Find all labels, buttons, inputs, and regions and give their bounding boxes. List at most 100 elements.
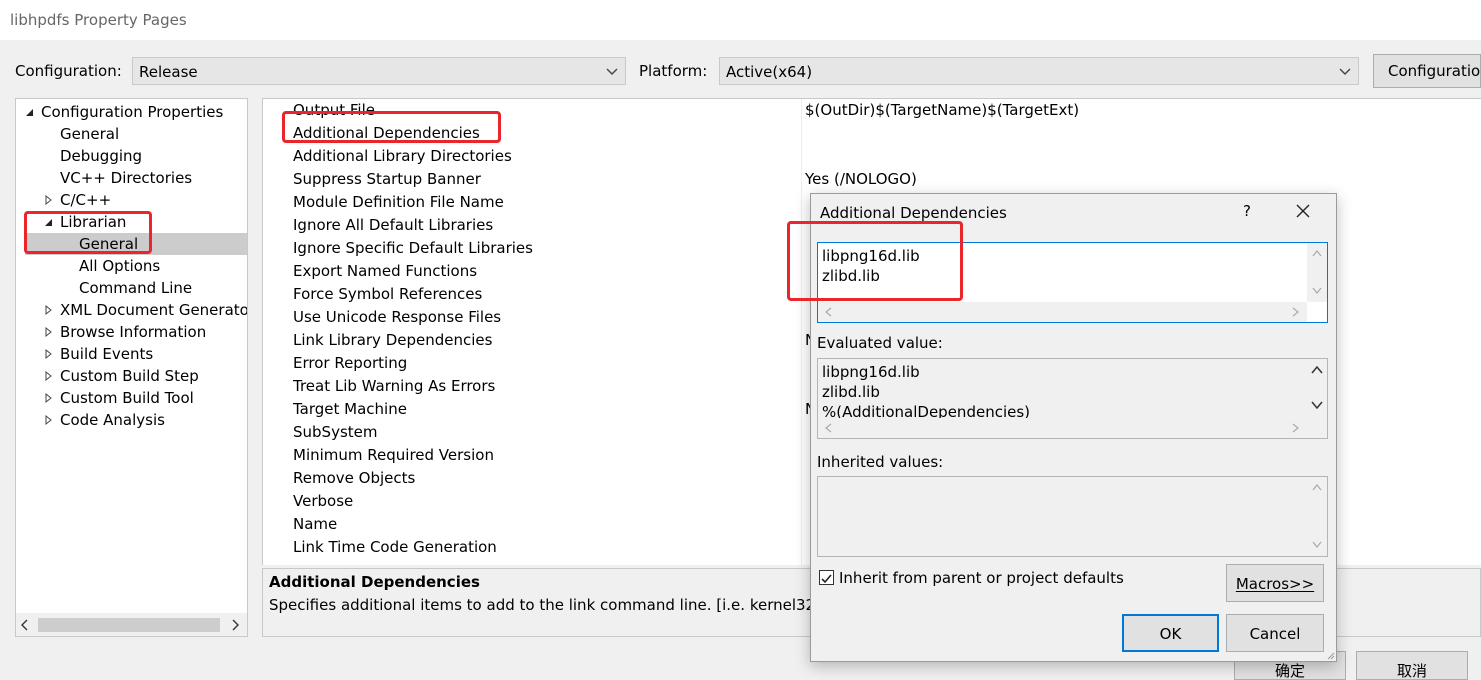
footer-cancel-label: 取消: [1396, 662, 1427, 680]
tree-item-label: All Options: [79, 257, 161, 275]
tree-horizontal-scrollbar[interactable]: [16, 613, 247, 636]
annotation-box: [24, 211, 152, 254]
help-button[interactable]: ?: [1243, 202, 1251, 220]
chevron-down-icon: [606, 68, 618, 75]
evaluated-horizontal-scrollbar[interactable]: [818, 418, 1307, 438]
collapsed-triangle-icon: [45, 392, 52, 404]
tree-item-debugging[interactable]: Debugging: [60, 145, 142, 167]
tree-item-label: XML Document Generator: [60, 301, 248, 319]
chevron-down-icon[interactable]: [1312, 287, 1322, 295]
property-name: Error Reporting: [293, 354, 408, 372]
property-value: Yes (/NOLOGO): [805, 170, 917, 188]
chevron-up-icon[interactable]: [1312, 249, 1322, 257]
window-title: libhpdfs Property Pages: [10, 11, 187, 29]
evaluated-value-box: libpng16d.lib zlibd.lib %(AdditionalDepe…: [817, 358, 1328, 439]
property-name: SubSystem: [293, 423, 378, 441]
evaluated-vertical-scrollbar[interactable]: [1307, 359, 1327, 418]
resize-grip-icon[interactable]: [1325, 650, 1335, 660]
close-icon[interactable]: [1295, 203, 1311, 219]
macros-button-label: Macros>>: [1235, 575, 1315, 593]
chevron-up-icon[interactable]: [1311, 365, 1323, 374]
property-name: Module Definition File Name: [293, 193, 504, 211]
configuration-label: Configuration:: [15, 62, 122, 80]
chevron-down-icon: [1339, 68, 1351, 75]
property-name: Suppress Startup Banner: [293, 170, 481, 188]
collapsed-triangle-icon: [45, 370, 52, 382]
scrollbar-thumb[interactable]: [38, 618, 220, 632]
collapsed-triangle-icon: [45, 348, 52, 360]
chevron-right-icon[interactable]: [1292, 423, 1300, 433]
tree-item-label: Browse Information: [60, 323, 207, 341]
configuration-select[interactable]: Release: [132, 57, 626, 85]
tree-item-label: Command Line: [79, 279, 193, 297]
chevron-left-icon[interactable]: [824, 423, 832, 433]
footer-ok-label: 确定: [1274, 662, 1305, 680]
collapsed-triangle-icon: [45, 194, 52, 206]
property-name: Link Time Code Generation: [293, 538, 497, 556]
property-name: Export Named Functions: [293, 262, 478, 280]
configuration-manager-label: Configuration Manager...: [1388, 62, 1481, 80]
annotation-box: [787, 221, 963, 301]
property-name: Treat Lib Warning As Errors: [293, 377, 496, 395]
property-row-additional-library-directories[interactable]: Additional Library Directories: [263, 145, 1481, 168]
macros-button[interactable]: Macros>>: [1226, 564, 1324, 602]
chevron-left-icon[interactable]: [20, 619, 30, 631]
property-name: Ignore All Default Libraries: [293, 216, 494, 234]
collapsed-triangle-icon: [45, 326, 52, 338]
tree-item-label: Configuration Properties: [41, 103, 224, 121]
dialog-cancel-button[interactable]: Cancel: [1226, 614, 1324, 652]
property-name: Additional Library Directories: [293, 147, 512, 165]
property-name: Link Library Dependencies: [293, 331, 493, 349]
tree-item-label: Custom Build Tool: [60, 389, 194, 407]
tree-item-general[interactable]: General: [60, 123, 119, 145]
dialog-cancel-label: Cancel: [1249, 625, 1301, 643]
description-text: Specifies additional items to add to the…: [269, 596, 838, 614]
description-title: Additional Dependencies: [269, 573, 480, 591]
property-name: Remove Objects: [293, 469, 416, 487]
tree-item-label: Build Events: [60, 345, 154, 363]
tree-item-all-options[interactable]: All Options: [79, 255, 160, 277]
inherited-values-label: Inherited values:: [817, 453, 944, 471]
chevron-left-icon[interactable]: [824, 307, 832, 317]
chevron-down-icon[interactable]: [1312, 541, 1322, 549]
property-name: Use Unicode Response Files: [293, 308, 502, 326]
property-name: Ignore Specific Default Libraries: [293, 239, 533, 257]
configuration-manager-button[interactable]: Configuration Manager...: [1373, 54, 1481, 88]
collapsed-triangle-icon: [45, 304, 52, 316]
tree-item-label: Code Analysis: [60, 411, 165, 429]
editor-vertical-scrollbar[interactable]: [1307, 243, 1327, 302]
platform-value: Active(x64): [726, 63, 813, 81]
chevron-right-icon[interactable]: [1292, 307, 1300, 317]
tree-item-label: C/C++: [60, 191, 112, 209]
property-name: Force Symbol References: [293, 285, 483, 303]
property-name: Target Machine: [293, 400, 407, 418]
evaluated-value-label: Evaluated value:: [817, 334, 943, 352]
chevron-up-icon[interactable]: [1312, 483, 1322, 491]
property-name: Verbose: [293, 492, 354, 510]
inherit-checkbox-label[interactable]: Inherit from parent or project defaults: [839, 569, 1124, 587]
property-name: Minimum Required Version: [293, 446, 494, 464]
tree-item-label: VC++ Directories: [60, 169, 193, 187]
collapsed-triangle-icon: [45, 414, 52, 426]
expanded-triangle-icon: [26, 109, 33, 116]
dialog-ok-button[interactable]: OK: [1122, 614, 1219, 652]
property-tree: Configuration Properties General Debuggi…: [15, 98, 248, 637]
chevron-right-icon[interactable]: [230, 619, 240, 631]
property-row-suppress-startup-banner[interactable]: Suppress Startup Banner Yes (/NOLOGO): [263, 168, 1481, 191]
dialog-ok-label: OK: [1159, 625, 1182, 643]
platform-select[interactable]: Active(x64): [719, 57, 1359, 85]
property-value: $(OutDir)$(TargetName)$(TargetExt): [805, 101, 1080, 119]
inherited-vertical-scrollbar[interactable]: [1307, 477, 1327, 556]
checkmark-icon: [821, 574, 832, 584]
title-bar: libhpdfs Property Pages: [0, 0, 1481, 40]
inherit-checkbox[interactable]: [819, 570, 834, 585]
footer-cancel-button[interactable]: 取消: [1356, 651, 1468, 680]
tree-item-vc-directories[interactable]: VC++ Directories: [60, 167, 192, 189]
chevron-down-icon[interactable]: [1311, 401, 1323, 410]
property-name: Name: [293, 515, 338, 533]
tree-item-label: Debugging: [60, 147, 143, 165]
tree-item-label: Custom Build Step: [60, 367, 199, 385]
annotation-box: [282, 111, 501, 143]
tree-item-command-line[interactable]: Command Line: [79, 277, 192, 299]
editor-horizontal-scrollbar[interactable]: [818, 302, 1307, 322]
